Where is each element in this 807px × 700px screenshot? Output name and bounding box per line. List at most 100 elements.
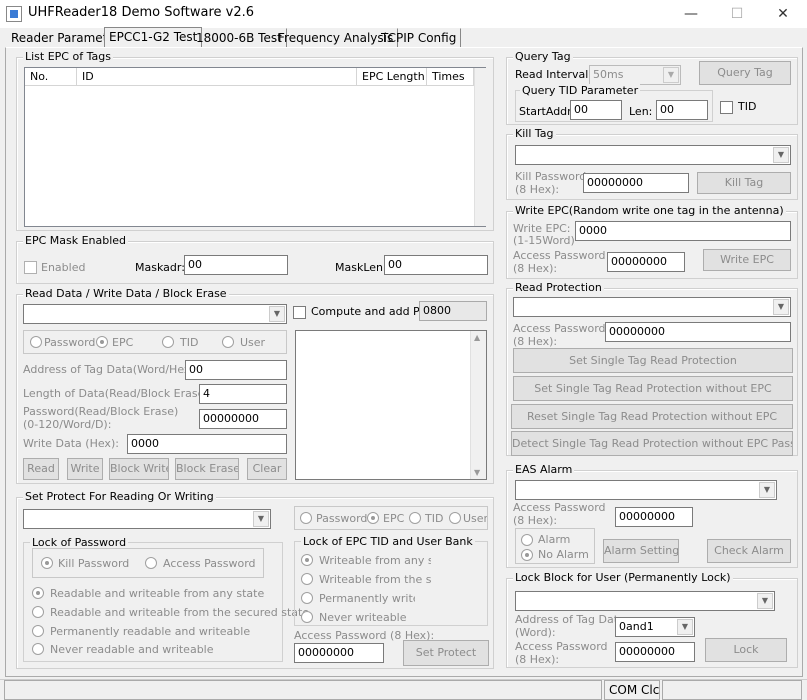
col-no[interactable]: No. <box>25 68 77 86</box>
col-id[interactable]: ID <box>77 68 357 86</box>
lock-button[interactable]: Lock <box>705 638 787 662</box>
protect-bank-password-radio[interactable] <box>300 512 312 524</box>
maximize-button[interactable]: ☐ <box>714 0 760 28</box>
write-epc-input[interactable]: 0000 <box>575 221 791 241</box>
read-protection-select[interactable]: ▼ <box>513 297 791 317</box>
start-addr-input[interactable]: 00 <box>570 100 622 120</box>
read-interval-label: Read Interval: <box>515 68 592 81</box>
len-input[interactable]: 00 <box>656 100 708 120</box>
lock-opt4-radio[interactable] <box>32 643 44 655</box>
lock-block-password-label-2: (8 Hex): <box>515 653 560 666</box>
epc-opt3-radio[interactable] <box>301 592 313 604</box>
rw-bank-epc-label: EPC <box>112 336 134 349</box>
access-password-radio[interactable] <box>145 557 157 569</box>
protect-bank-epc-radio[interactable] <box>367 512 379 524</box>
write-epc-password-input[interactable]: 00000000 <box>607 252 685 272</box>
protect-bank-user-radio[interactable] <box>449 512 461 524</box>
block-write-button[interactable]: Block Write <box>109 458 169 480</box>
lock-opt2-radio[interactable] <box>32 606 44 618</box>
access-password-label: Access Password <box>163 557 256 570</box>
reset-read-protection-without-epc-button[interactable]: Reset Single Tag Read Protection without… <box>511 404 793 429</box>
read-protection-password-label: Access Password <box>513 322 606 335</box>
compute-pc-input[interactable]: 0800 <box>419 301 487 321</box>
alarm-radio-group: Alarm No Alarm <box>515 528 595 564</box>
alarm-radio[interactable] <box>521 534 533 546</box>
set-read-protection-without-epc-button[interactable]: Set Single Tag Read Protection without E… <box>513 376 793 401</box>
rw-bank-epc-radio[interactable] <box>96 336 108 348</box>
eas-password-input[interactable]: 00000000 <box>615 507 693 527</box>
compute-pc-checkbox[interactable] <box>293 306 306 319</box>
read-interval-select[interactable]: 50ms ▼ <box>589 65 681 85</box>
no-alarm-radio[interactable] <box>521 549 533 561</box>
read-button[interactable]: Read <box>23 458 59 480</box>
epc-mask-title: EPC Mask Enabled <box>23 234 129 247</box>
maskadr-input[interactable]: 00 <box>184 255 288 275</box>
maskadr-label: Maskadr: <box>135 261 185 274</box>
no-alarm-label: No Alarm <box>538 548 589 561</box>
protect-access-input[interactable]: 00000000 <box>294 643 384 663</box>
kill-tag-button[interactable]: Kill Tag <box>697 172 791 194</box>
rw-address-input[interactable]: 00 <box>185 360 287 380</box>
protect-bank-group: Password EPC TID User <box>294 506 488 530</box>
rw-bank-password-label: Password <box>44 336 96 349</box>
rw-bank-password-radio[interactable] <box>30 336 42 348</box>
eas-alarm-group: EAS Alarm ▼ Access Password (8 Hex): 000… <box>506 463 798 568</box>
col-epc-length[interactable]: EPC Length <box>357 68 427 86</box>
rw-length-input[interactable]: 4 <box>199 384 287 404</box>
status-bar: COM Clc <box>0 679 807 700</box>
read-protection-group: Read Protection ▼ Access Password (8 Hex… <box>506 281 798 456</box>
col-times[interactable]: Times <box>427 68 474 86</box>
rw-tag-select[interactable]: ▼ <box>23 304 287 324</box>
tag-list-scrollbar[interactable] <box>474 68 486 226</box>
masklen-input[interactable]: 00 <box>384 255 488 275</box>
write-epc-button[interactable]: Write EPC <box>703 249 791 271</box>
detect-read-protection-button[interactable]: Detect Single Tag Read Protection withou… <box>511 431 793 456</box>
rw-password-input[interactable]: 00000000 <box>199 409 287 429</box>
masklen-label: MaskLen: <box>335 261 387 274</box>
protect-tag-select[interactable]: ▼ <box>23 509 271 529</box>
tab-epcc1-g2-test[interactable]: EPCC1-G2 Test <box>104 27 203 48</box>
query-tag-button[interactable]: Query Tag <box>699 61 791 85</box>
lock-block-password-input[interactable]: 00000000 <box>615 642 695 662</box>
lock-block-address-select[interactable]: 0and1 ▼ <box>615 617 695 637</box>
kill-tag-select[interactable]: ▼ <box>515 145 791 165</box>
read-protection-password-input[interactable]: 00000000 <box>605 322 791 342</box>
kill-password-label: Kill Password <box>58 557 130 570</box>
kill-password-input[interactable]: 00000000 <box>583 173 689 193</box>
tab-strip: Reader Parameter EPCC1-G2 Test 18000-6B … <box>0 27 807 48</box>
set-protect-title: Set Protect For Reading Or Writing <box>23 490 216 503</box>
check-alarm-button[interactable]: Check Alarm <box>707 539 791 563</box>
minimize-button[interactable]: — <box>668 0 714 28</box>
write-button[interactable]: Write <box>67 458 103 480</box>
lock-opt3-radio[interactable] <box>32 625 44 637</box>
alarm-setting-button[interactable]: Alarm Setting <box>603 539 679 563</box>
lock-block-tag-select[interactable]: ▼ <box>515 591 775 611</box>
epc-opt1-radio[interactable] <box>301 554 313 566</box>
tid-checkbox[interactable] <box>720 101 733 114</box>
tab-tcpip-config[interactable]: TCPIP Config <box>376 28 462 48</box>
rw-bank-tid-radio[interactable] <box>162 336 174 348</box>
rw-output-textbox[interactable]: ▲ ▼ <box>295 330 487 480</box>
rw-bank-user-radio[interactable] <box>222 336 234 348</box>
kill-password-label: Kill Password <box>515 170 587 183</box>
tag-list[interactable]: No. ID EPC Length Times <box>24 67 486 227</box>
lock-opt1-radio[interactable] <box>32 587 44 599</box>
compute-pc-label: Compute and add PC: <box>311 305 432 318</box>
rw-write-data-input[interactable]: 0000 <box>127 434 287 454</box>
eas-tag-select[interactable]: ▼ <box>515 480 777 500</box>
set-protect-button[interactable]: Set Protect <box>403 640 489 666</box>
status-pane-right <box>662 680 802 700</box>
epc-opt4-radio[interactable] <box>301 611 313 623</box>
close-button[interactable]: ✕ <box>760 0 806 28</box>
query-tag-title: Query Tag <box>513 50 573 63</box>
kill-password-radio[interactable] <box>41 557 53 569</box>
block-erase-button[interactable]: Block Erase <box>175 458 239 480</box>
read-write-group: Read Data / Write Data / Block Erase ▼ C… <box>16 287 494 484</box>
rw-output-scrollbar[interactable]: ▲ ▼ <box>470 331 486 479</box>
set-read-protection-button[interactable]: Set Single Tag Read Protection <box>513 348 793 373</box>
mask-enabled-checkbox[interactable] <box>24 261 37 274</box>
epc-opt2-radio[interactable] <box>301 573 313 585</box>
protect-bank-tid-radio[interactable] <box>409 512 421 524</box>
clear-button[interactable]: Clear <box>247 458 287 480</box>
write-epc-group: Write EPC(Random write one tag in the an… <box>506 204 798 279</box>
